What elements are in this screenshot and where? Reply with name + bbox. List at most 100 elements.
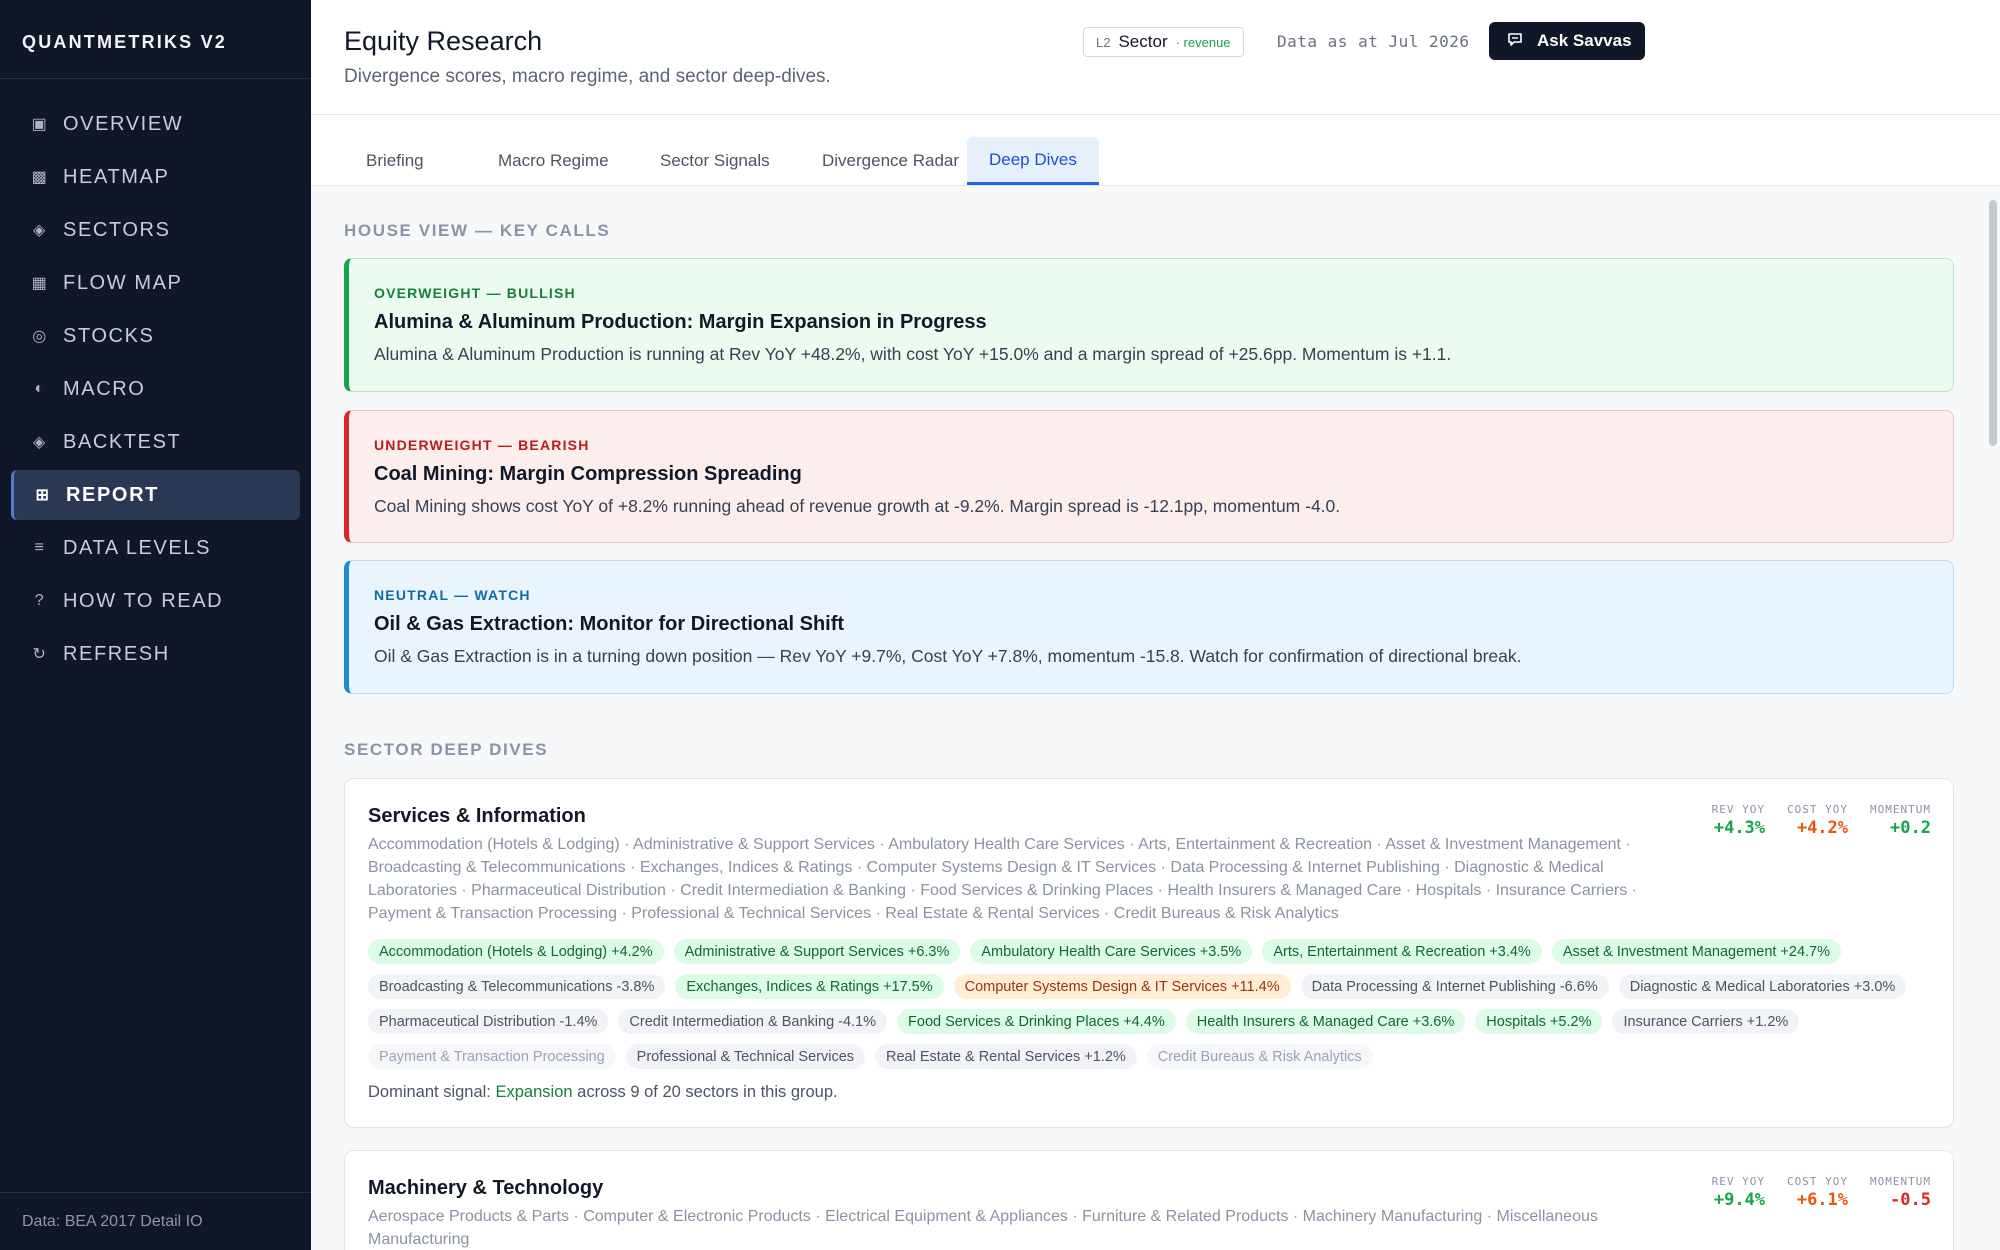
sidebar-item-label: SECTORS — [63, 218, 171, 241]
overview-icon: ▣ — [31, 116, 49, 133]
sector-chip[interactable]: Payment & Transaction Processing — [368, 1044, 616, 1069]
sidebar-item-label: REPORT — [66, 483, 159, 506]
heatmap-icon: ▩ — [31, 169, 49, 186]
call-tag: UNDERWEIGHT — BEARISH — [374, 437, 590, 453]
sector-chip[interactable]: Real Estate & Rental Services +1.2% — [875, 1044, 1137, 1069]
group-title: Machinery & Technology — [368, 1177, 604, 1199]
sidebar-item-label: REFRESH — [63, 642, 170, 665]
data-levels-icon: ≡ — [34, 539, 46, 556]
key-call-neutral: NEUTRAL — WATCH Oil & Gas Extraction: Mo… — [344, 560, 1954, 694]
chat-icon — [1507, 32, 1523, 51]
tab-divergence-radar[interactable]: Divergence Radar — [800, 137, 981, 185]
sector-chip[interactable]: Food Services & Drinking Places +4.4% — [897, 1009, 1176, 1034]
sidebar-item-refresh[interactable]: ↻ REFRESH — [11, 629, 300, 679]
sidebar-item-backtest[interactable]: ◈ BACKTEST — [11, 417, 300, 467]
sector-chip[interactable]: Credit Intermediation & Banking -4.1% — [618, 1009, 888, 1034]
sidebar-item-stocks[interactable]: ◎ STOCKS — [11, 311, 300, 361]
sidebar-item-macro[interactable]: ◐ MACRO — [11, 364, 300, 414]
sector-chip[interactable]: Health Insurers & Managed Care +3.6% — [1185, 1009, 1466, 1034]
sector-chip[interactable]: Data Processing & Internet Publishing -6… — [1300, 974, 1609, 999]
help-icon: ? — [34, 592, 46, 609]
sector-chip[interactable]: Ambulatory Health Care Services +3.5% — [970, 939, 1253, 964]
call-title: Coal Mining: Margin Compression Spreadin… — [374, 463, 802, 485]
group-sector-list: Accommodation (Hotels & Lodging) · Admin… — [368, 836, 1637, 922]
tab-briefing[interactable]: Briefing — [344, 137, 446, 185]
refresh-icon: ↻ — [32, 646, 48, 663]
sector-chip[interactable]: Accommodation (Hotels & Lodging) +4.2% — [368, 939, 664, 964]
sidebar: QUANTMETRIKS V2 ▣ OVERVIEW ▩ HEATMAP ◈ SECT… — [0, 0, 311, 1250]
sector-chip[interactable]: Insurance Carriers +1.2% — [1612, 1009, 1800, 1034]
call-tag: OVERWEIGHT — BULLISH — [374, 285, 576, 301]
scrollbar-thumb[interactable] — [1989, 200, 1997, 446]
house-view-heading: HOUSE VIEW — KEY CALLS — [344, 221, 611, 240]
stat-rev-yoy: REV YOY +4.3% — [1712, 803, 1765, 838]
flow-map-icon: ▦ — [31, 275, 49, 292]
sidebar-item-overview[interactable]: ▣ OVERVIEW — [11, 99, 300, 149]
sidebar-item-label: MACRO — [63, 377, 146, 400]
sector-chip[interactable]: Hospitals +5.2% — [1475, 1009, 1603, 1034]
stat-value: +9.4% — [1713, 1190, 1766, 1210]
dominant-signal-value: Expansion — [495, 1083, 573, 1101]
sector-chip[interactable]: Professional & Technical Services — [625, 1044, 866, 1069]
sector-chip[interactable]: Credit Bureaus & Risk Analytics — [1146, 1044, 1373, 1069]
page-title: Equity Research — [344, 26, 543, 56]
level-metric: · revenue — [1175, 34, 1231, 50]
tab-sector-signals[interactable]: Sector Signals — [638, 137, 792, 185]
sidebar-item-label: OVERVIEW — [63, 112, 184, 135]
ask-savvas-button[interactable]: Ask Savvas — [1489, 22, 1645, 60]
sidebar-item-label: STOCKS — [63, 324, 155, 347]
sidebar-item-sectors[interactable]: ◈ SECTORS — [11, 205, 300, 255]
level-name: Sector — [1118, 32, 1168, 51]
sector-chip[interactable]: Administrative & Support Services +6.3% — [673, 939, 961, 964]
stat-value: +6.1% — [1796, 1190, 1849, 1210]
sidebar-item-flow-map[interactable]: ▦ FLOW MAP — [11, 258, 300, 308]
ask-savvas-label: Ask Savvas — [1537, 31, 1632, 50]
tab-macro-regime[interactable]: Macro Regime — [476, 137, 631, 185]
sidebar-item-heatmap[interactable]: ▩ HEATMAP — [11, 152, 300, 202]
report-icon: ⊞ — [35, 487, 51, 504]
stat-label: MOMENTUM — [1870, 1175, 1931, 1188]
page-header: Equity Research Divergence scores, macro… — [311, 0, 2000, 115]
sidebar-nav: ▣ OVERVIEW ▩ HEATMAP ◈ SECTORS ▦ FLOW MAP ◎ S… — [0, 79, 311, 679]
sectors-icon: ◈ — [33, 222, 47, 239]
tab-deep-dives[interactable]: Deep Dives — [967, 137, 1099, 185]
main-content: HOUSE VIEW — KEY CALLS OVERWEIGHT — BULL… — [311, 186, 2000, 1250]
sidebar-item-label: DATA LEVELS — [63, 536, 212, 559]
sidebar-footer: Data: BEA 2017 Detail IO — [0, 1192, 311, 1250]
sidebar-item-report[interactable]: ⊞ REPORT — [11, 470, 300, 520]
stat-label: COST YOY — [1787, 803, 1849, 816]
dominant-suffix: across 9 of 20 sectors in this group. — [577, 1083, 838, 1101]
data-as-at: Data as at Jul 2026 — [1277, 32, 1470, 51]
call-body: Oil & Gas Extraction is in a turning dow… — [374, 646, 1522, 666]
level-badge: L2 — [1096, 34, 1111, 50]
level-selector-chip[interactable]: L2 Sector · revenue — [1083, 27, 1244, 57]
sector-group-card: Services & Information Accommodation (Ho… — [344, 778, 1954, 1128]
stat-label: MOMENTUM — [1870, 803, 1931, 816]
group-title: Services & Information — [368, 805, 586, 827]
call-tag: NEUTRAL — WATCH — [374, 587, 531, 603]
sector-chip[interactable]: Arts, Entertainment & Recreation +3.4% — [1262, 939, 1542, 964]
sidebar-item-data-levels[interactable]: ≡ DATA LEVELS — [11, 523, 300, 573]
sector-chip[interactable]: Exchanges, Indices & Ratings +17.5% — [675, 974, 944, 999]
sector-chip[interactable]: Pharmaceutical Distribution -1.4% — [368, 1009, 609, 1034]
backtest-icon: ◈ — [33, 434, 47, 451]
stat-label: COST YOY — [1787, 1175, 1849, 1188]
macro-icon: ◐ — [34, 380, 46, 397]
stat-cost-yoy: COST YOY +4.2% — [1787, 803, 1848, 838]
sector-chip[interactable]: Computer Systems Design & IT Services +1… — [953, 974, 1291, 999]
stat-value: +0.2 — [1890, 818, 1931, 838]
sidebar-item-label: BACKTEST — [63, 430, 182, 453]
sector-chip[interactable]: Diagnostic & Medical Laboratories +3.0% — [1618, 974, 1907, 999]
tab-bar: Briefing Macro Regime Sector Signals Div… — [311, 115, 2000, 186]
stat-cost-yoy: COST YOY +6.1% — [1787, 1175, 1848, 1210]
deep-dives-heading: SECTOR DEEP DIVES — [344, 740, 549, 759]
call-body: Coal Mining shows cost YoY of +8.2% runn… — [374, 496, 1341, 516]
group-stats: REV YOY +9.4% COST YOY +6.1% MOMENTUM -0… — [1712, 1175, 1931, 1210]
sidebar-item-how-to-read[interactable]: ? HOW TO READ — [11, 576, 300, 626]
sector-chip[interactable]: Broadcasting & Telecommunications -3.8% — [368, 974, 666, 999]
key-call-bullish: OVERWEIGHT — BULLISH Alumina & Aluminum … — [344, 258, 1954, 392]
stat-value: -0.5 — [1890, 1190, 1931, 1210]
call-title: Oil & Gas Extraction: Monitor for Direct… — [374, 613, 845, 635]
sector-chip[interactable]: Asset & Investment Management +24.7% — [1551, 939, 1842, 964]
stat-label: REV YOY — [1711, 1175, 1766, 1188]
